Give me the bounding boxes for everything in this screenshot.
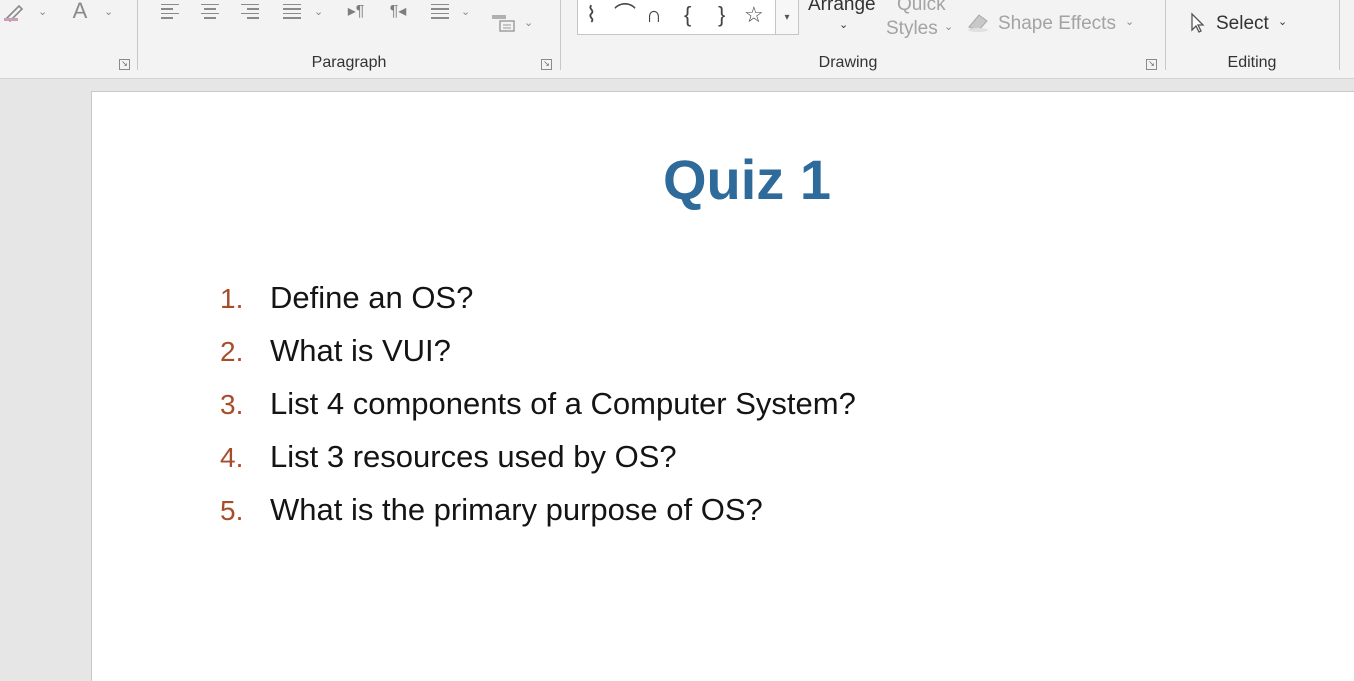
right-brace-icon[interactable]: } xyxy=(718,0,725,30)
list-item-text: List 4 components of a Computer System? xyxy=(270,386,856,421)
chevron-down-icon[interactable]: ⌄ xyxy=(38,5,47,18)
chevron-down-icon[interactable]: ⌄ xyxy=(461,5,470,18)
slide-workspace: Quiz 1 1. Define an OS? 2. What is VUI? … xyxy=(0,79,1354,681)
align-center-icon[interactable] xyxy=(200,0,220,22)
shape-effects-button[interactable]: Shape Effects xyxy=(998,13,1116,35)
star-icon[interactable]: ☆ xyxy=(744,0,764,30)
list-item[interactable]: 5. What is the primary purpose of OS? xyxy=(220,492,856,545)
quick-styles-label[interactable]: Styles xyxy=(886,18,938,40)
font-group: ⌄ A ⌄ xyxy=(0,0,138,78)
curve-icon[interactable]: ∩ xyxy=(646,0,662,30)
chevron-down-icon[interactable]: ⌄ xyxy=(524,16,533,29)
ltr-icon[interactable]: ▸¶ xyxy=(344,0,368,22)
arrange-button-label[interactable]: Arrange xyxy=(808,0,876,16)
list-item[interactable]: 3. List 4 components of a Computer Syste… xyxy=(220,386,856,439)
paragraph-group: ⌄ ▸¶ ¶◂ ⌄ ⌄ Paragraph xyxy=(138,0,560,78)
list-item-text: Define an OS? xyxy=(270,280,474,315)
chevron-down-icon[interactable]: ⌄ xyxy=(1278,15,1287,28)
chevron-down-icon[interactable]: ⌄ xyxy=(104,5,113,18)
cursor-icon[interactable] xyxy=(1188,12,1208,34)
list-number: 5. xyxy=(220,495,244,526)
pen-icon[interactable] xyxy=(2,0,28,22)
shape-effects-icon[interactable] xyxy=(966,11,990,33)
justify-icon[interactable] xyxy=(282,0,302,22)
chevron-down-icon[interactable]: ⌄ xyxy=(839,18,848,31)
paragraph-dialog-launcher[interactable]: ↘ xyxy=(541,59,552,70)
ribbon: ⌄ A ⌄ ↘ ⌄ ▸¶ ¶◂ ⌄ ⌄ Paragraph ↘ ⌇ ⌒ ∩ {… xyxy=(0,0,1354,79)
chevron-down-icon[interactable]: ⌄ xyxy=(314,5,323,18)
arc-icon[interactable]: ⌒ xyxy=(614,0,636,30)
gallery-more-icon[interactable]: ▾ xyxy=(775,0,798,34)
font-color-icon[interactable]: A xyxy=(68,0,92,23)
paragraph-group-label: Paragraph xyxy=(311,54,387,71)
left-brace-icon[interactable]: { xyxy=(684,0,691,30)
quick-styles-label[interactable]: Quick xyxy=(897,0,946,16)
editing-group-label: Editing xyxy=(1227,54,1277,71)
question-list[interactable]: 1. Define an OS? 2. What is VUI? 3. List… xyxy=(220,280,856,545)
list-number: 4. xyxy=(220,442,244,473)
rtl-icon[interactable]: ¶◂ xyxy=(386,0,410,22)
list-number: 3. xyxy=(220,389,244,420)
align-right-icon[interactable] xyxy=(240,0,260,22)
align-left-icon[interactable] xyxy=(160,0,180,22)
chevron-down-icon[interactable]: ⌄ xyxy=(944,20,953,33)
chevron-down-icon[interactable]: ⌄ xyxy=(1125,15,1134,28)
smartart-icon[interactable] xyxy=(490,12,518,34)
drawing-group-label: Drawing xyxy=(818,54,878,71)
slide-title[interactable]: Quiz 1 xyxy=(92,147,1354,212)
columns-icon[interactable] xyxy=(428,0,452,22)
list-number: 2. xyxy=(220,336,244,367)
font-dialog-launcher[interactable]: ↘ xyxy=(119,59,130,70)
list-item[interactable]: 1. Define an OS? xyxy=(220,280,856,333)
list-number: 1. xyxy=(220,283,244,314)
list-item-text: List 3 resources used by OS? xyxy=(270,439,677,474)
list-item-text: What is VUI? xyxy=(270,333,451,368)
freeform-scribble-icon[interactable]: ⌇ xyxy=(586,0,597,30)
list-item[interactable]: 2. What is VUI? xyxy=(220,333,856,386)
shapes-gallery[interactable]: ⌇ ⌒ ∩ { } ☆ ▾ xyxy=(577,0,799,35)
select-button[interactable]: Select xyxy=(1216,13,1269,35)
list-item-text: What is the primary purpose of OS? xyxy=(270,492,763,527)
slide-canvas[interactable]: Quiz 1 1. Define an OS? 2. What is VUI? … xyxy=(91,91,1354,681)
drawing-dialog-launcher[interactable]: ↘ xyxy=(1146,59,1157,70)
list-item[interactable]: 4. List 3 resources used by OS? xyxy=(220,439,856,492)
divider xyxy=(1339,0,1340,70)
